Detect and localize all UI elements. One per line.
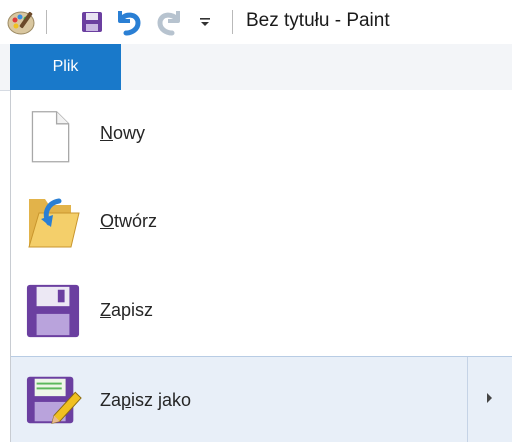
window-title: Bez tytułu - Paint bbox=[246, 10, 390, 31]
new-document-icon bbox=[31, 111, 70, 163]
save-as-icon bbox=[26, 376, 82, 424]
menu-item-open[interactable]: Otwórz bbox=[11, 178, 512, 264]
save-icon[interactable] bbox=[80, 10, 104, 34]
menu-item-label: Otwórz bbox=[100, 178, 157, 264]
menu-item-label: Zapisz bbox=[100, 267, 153, 353]
menu-item-label: Nowy bbox=[100, 90, 145, 176]
mnemonic: N bbox=[100, 123, 113, 143]
toolbar-separator bbox=[46, 10, 47, 34]
undo-icon[interactable] bbox=[114, 7, 144, 37]
submenu-arrow-icon[interactable] bbox=[487, 393, 492, 403]
save-floppy-icon bbox=[26, 284, 80, 338]
mnemonic: Z bbox=[100, 300, 111, 320]
ribbon-tab-row: Plik bbox=[0, 44, 512, 91]
mnemonic: p bbox=[121, 390, 132, 410]
label-rest: isz jako bbox=[131, 390, 192, 410]
customize-dropdown-icon[interactable] bbox=[198, 15, 212, 29]
label-rest: twórz bbox=[114, 211, 158, 231]
label-pre: Za bbox=[100, 390, 122, 410]
label-rest: apisz bbox=[111, 300, 154, 320]
menu-item-new[interactable]: Nowy bbox=[11, 90, 512, 176]
toolbar-separator bbox=[232, 10, 233, 34]
menu-item-save-as[interactable]: Zapisz jako bbox=[11, 356, 512, 442]
tab-file[interactable]: Plik bbox=[10, 44, 121, 90]
label-rest: owy bbox=[113, 123, 146, 143]
file-menu: Nowy Otwórz Zapisz Zapisz jako bbox=[10, 90, 512, 442]
menu-item-save[interactable]: Zapisz bbox=[11, 267, 512, 353]
title-bar: Bez tytułu - Paint bbox=[0, 0, 512, 44]
redo-icon[interactable] bbox=[154, 7, 184, 37]
paint-app-icon[interactable] bbox=[6, 8, 36, 36]
mnemonic: O bbox=[100, 211, 115, 231]
menu-item-label: Zapisz jako bbox=[100, 357, 191, 443]
submenu-split-divider bbox=[467, 357, 468, 442]
open-folder-icon bbox=[28, 198, 80, 248]
